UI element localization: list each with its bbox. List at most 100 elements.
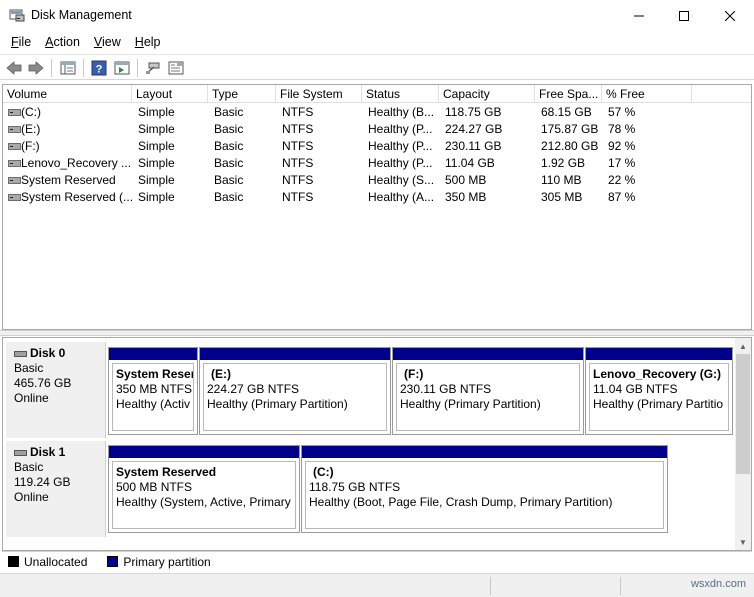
menu-bar: File Action View Help [0,31,754,53]
column-header-volume[interactable]: Volume [3,85,132,103]
connect-button[interactable] [143,58,163,77]
column-header-layout[interactable]: Layout [132,85,208,103]
status-bar: wsxdn.com [0,573,754,597]
show-hide-action-pane-button[interactable] [112,58,132,77]
partition-size: 500 MB NTFS [116,480,193,494]
close-icon [725,10,735,21]
partition-lenovo-recovery-g[interactable]: Lenovo_Recovery (G:) 11.04 GB NTFS Healt… [585,347,733,435]
volume-cell-percent-free: 78 % [608,122,636,136]
volume-row[interactable]: System Reserved (... Simple Basic NTFS Healt… [3,189,751,206]
disk-1-label[interactable]: Disk 1 Basic 119.24 GB Online [6,441,106,537]
partition-f[interactable]: (F:) 230.11 GB NTFS Healthy (Primary Par… [392,347,584,435]
scroll-down-arrow-icon[interactable]: ▼ [735,534,751,550]
disk-0-size: 465.76 GB [14,376,72,390]
connect-disk-icon [146,62,160,74]
volume-cell-free-spa: 68.15 GB [541,105,592,119]
menu-help[interactable]: Help [128,32,168,52]
volume-cell-percent-free: 92 % [608,139,636,153]
partition-system-reserved-disk0[interactable]: System Reser 350 MB NTFS Healthy (Activ [108,347,198,435]
window-title: Disk Management [31,8,132,22]
volume-cell-file-system: NTFS [282,139,314,153]
volume-drive-icon [8,143,21,150]
help-button[interactable]: ? [89,58,109,77]
partition-status: Healthy (Activ [116,397,191,411]
column-header-file-system[interactable]: File System [276,85,362,103]
volume-cell-percent-free: 17 % [608,156,636,170]
console-tree-icon [60,61,76,74]
maximize-button[interactable] [661,0,707,31]
disk-management-app-icon [9,8,25,22]
minimize-button[interactable] [616,0,662,31]
disk-graphical-view: Disk 0 Basic 465.76 GB Online System Res… [2,337,752,551]
partition-bar [586,348,732,360]
scrollbar-thumb[interactable] [736,354,750,474]
volume-cell-capacity: 118.75 GB [445,105,502,119]
partition-name: System Reser [116,367,194,381]
help-question-icon: ? [91,60,107,75]
volume-cell-volume: (C:) [21,105,41,119]
volume-cell-type: Basic [214,190,244,204]
disk-1-type: Basic [14,460,44,474]
disk-drive-icon [14,449,27,456]
partition-e[interactable]: (E:) 224.27 GB NTFS Healthy (Primary Par… [199,347,391,435]
volume-row[interactable]: (C:) Simple Basic NTFS Healthy (B... 118.75 G… [3,104,751,121]
menu-view[interactable]: View [87,32,128,52]
partition-name: (C:) [313,465,334,479]
properties-icon [168,61,184,74]
partition-bar [393,348,583,360]
column-header-status[interactable]: Status [362,85,439,103]
volume-drive-icon [8,126,21,133]
volume-cell-capacity: 230.11 GB [445,139,502,153]
disk-0-state: Online [14,391,49,405]
toolbar-separator [51,59,52,77]
volume-cell-status: Healthy (P... [368,156,433,170]
legend-item-primary-partition: Primary partition [107,554,211,569]
volume-row[interactable]: (E:) Simple Basic NTFS Healthy (P... 224.27 G… [3,121,751,138]
volume-drive-icon [8,194,21,201]
forward-arrow-icon [28,60,44,75]
column-header-percent-free[interactable]: % Free [602,85,692,103]
volume-cell-status: Healthy (S... [368,173,435,187]
watermark-text: wsxdn.com [690,578,746,590]
toolbar: ? [0,54,754,80]
forward-button[interactable] [26,58,46,77]
partition-bar [109,348,197,360]
volume-list-header: Volume Layout Type File System Status Ca… [3,85,751,103]
legend-label: Unallocated [24,554,88,569]
column-header-capacity[interactable]: Capacity [439,85,535,103]
menu-file[interactable]: File [4,32,38,52]
disk-0-label[interactable]: Disk 0 Basic 465.76 GB Online [6,342,106,438]
show-hide-console-tree-button[interactable] [58,58,78,77]
disk-view-vertical-scrollbar[interactable]: ▲ ▼ [735,338,751,550]
partition-size: 350 MB NTFS [116,382,193,396]
partition-bar [302,446,667,458]
partition-system-reserved-disk1[interactable]: System Reserved 500 MB NTFS Healthy (Sys… [108,445,300,533]
menu-action[interactable]: Action [38,32,87,52]
volume-list: Volume Layout Type File System Status Ca… [2,84,752,330]
volume-row[interactable]: System Reserved Simple Basic NTFS Healthy (S… [3,172,751,189]
legend: Unallocated Primary partition [2,551,752,571]
volume-cell-volume: Lenovo_Recovery ... [21,156,132,170]
partition-c[interactable]: (C:) 118.75 GB NTFS Healthy (Boot, Page … [301,445,668,533]
back-button[interactable] [4,58,24,77]
volume-cell-volume: (F:) [21,139,40,153]
properties-button[interactable] [166,58,186,77]
volume-cell-status: Healthy (B... [368,105,435,119]
volume-cell-layout: Simple [138,156,175,170]
volume-cell-volume: (E:) [21,122,41,136]
scroll-up-arrow-icon[interactable]: ▲ [735,338,751,354]
partition-size: 230.11 GB NTFS [400,382,492,396]
volume-row[interactable]: Lenovo_Recovery ... Simple Basic NTFS Health… [3,155,751,172]
volume-cell-percent-free: 87 % [608,190,636,204]
column-header-type[interactable]: Type [208,85,276,103]
volume-drive-icon [8,160,21,167]
volume-cell-free-spa: 110 MB [541,173,582,187]
column-header-free-space[interactable]: Free Spa... [535,85,602,103]
volume-row[interactable]: (F:) Simple Basic NTFS Healthy (P... 230.11 G… [3,138,751,155]
legend-label: Primary partition [123,554,211,569]
volume-cell-capacity: 224.27 GB [445,122,503,136]
pane-splitter[interactable] [0,330,754,336]
close-button[interactable] [707,0,753,31]
volume-cell-file-system: NTFS [282,122,314,136]
primary-partition-swatch [107,556,119,567]
